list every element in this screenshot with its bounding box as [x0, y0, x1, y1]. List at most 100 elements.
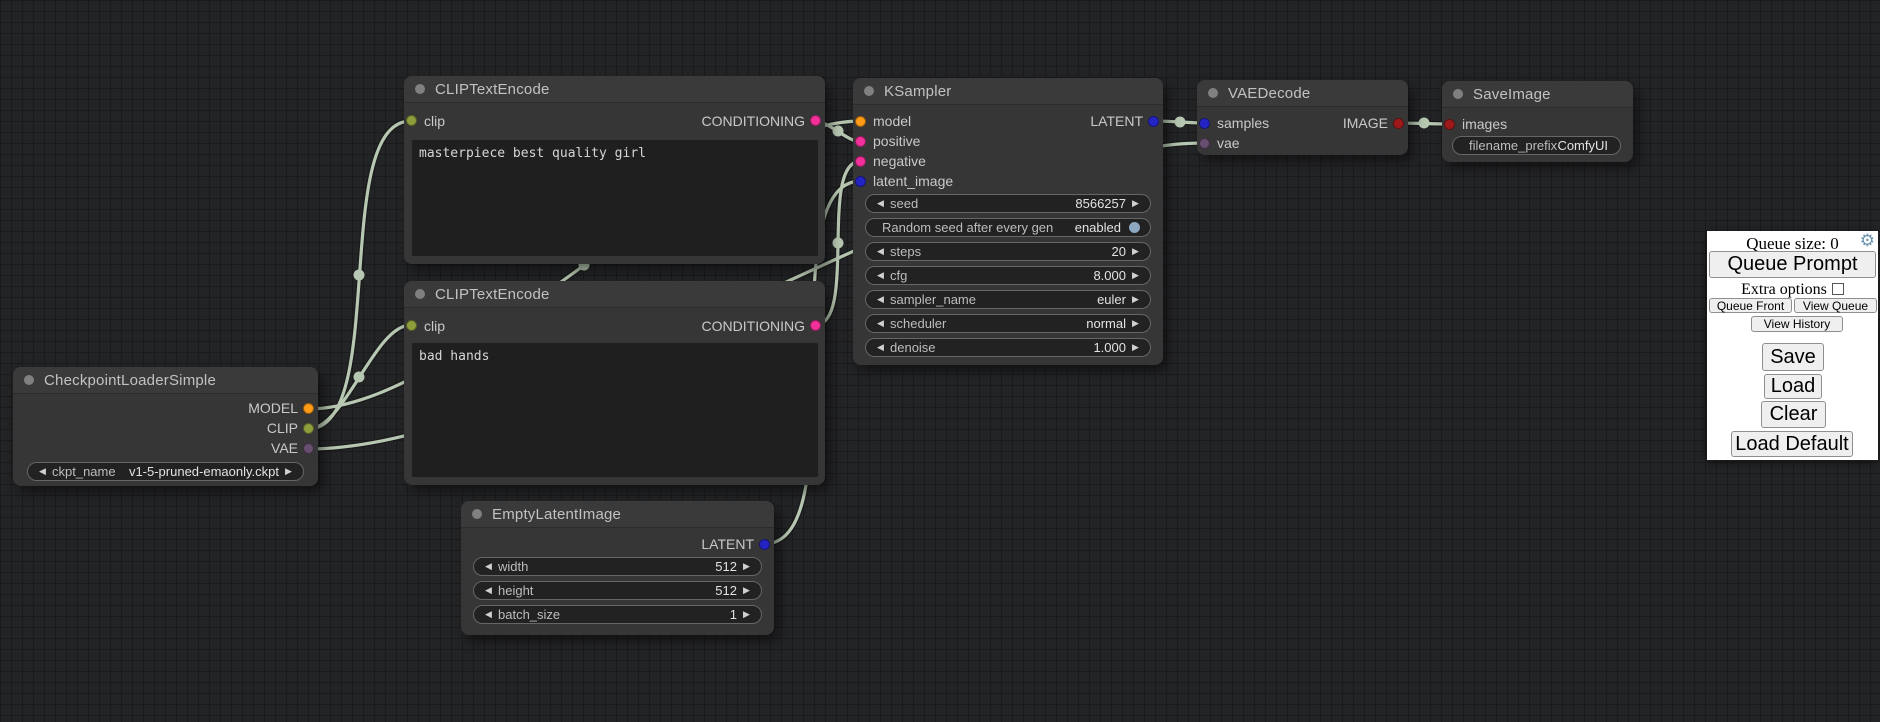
stepper-left-icon[interactable]: ◀: [873, 243, 888, 260]
stepper-right-icon[interactable]: ▶: [739, 558, 754, 575]
node-title-bar[interactable]: CheckpointLoaderSimple: [13, 367, 318, 394]
node-title-bar[interactable]: SaveImage: [1442, 81, 1633, 108]
stepper-right-icon[interactable]: ▶: [1128, 315, 1143, 332]
stepper-left-icon[interactable]: ◀: [873, 339, 888, 356]
widget-label: scheduler: [888, 316, 946, 331]
node-status-dot-icon: [1453, 89, 1463, 99]
save-button[interactable]: Save: [1762, 343, 1824, 371]
node-status-dot-icon: [415, 84, 425, 94]
widget-label: ckpt_name: [50, 464, 116, 479]
height-widget[interactable]: ◀ height 512 ▶: [473, 581, 762, 600]
stepper-right-icon[interactable]: ▶: [1128, 243, 1143, 260]
output-label-latent: LATENT: [701, 536, 774, 552]
input-label-latent-image: latent_image: [853, 173, 953, 189]
stepper-right-icon[interactable]: ▶: [281, 463, 296, 480]
stepper-right-icon[interactable]: ▶: [1128, 195, 1143, 212]
node-title-bar[interactable]: VAEDecode: [1197, 80, 1408, 107]
node-empty-latent-image[interactable]: EmptyLatentImage LATENT ◀ width 512 ▶ ◀ …: [461, 501, 774, 635]
output-label-latent: LATENT: [1090, 113, 1163, 129]
stepper-left-icon[interactable]: ◀: [873, 315, 888, 332]
node-title: VAEDecode: [1228, 85, 1310, 102]
node-title-bar[interactable]: EmptyLatentImage: [461, 501, 774, 528]
stepper-left-icon[interactable]: ◀: [35, 463, 50, 480]
node-vae-decode[interactable]: VAEDecode samples IMAGE vae: [1197, 80, 1408, 155]
extra-options-row: Extra options: [1707, 281, 1878, 299]
node-title: SaveImage: [1473, 86, 1551, 103]
output-label-conditioning: CONDITIONING: [702, 113, 825, 129]
node-clip-text-encode-negative[interactable]: CLIPTextEncode clip CONDITIONING bad han…: [404, 281, 825, 485]
stepper-left-icon[interactable]: ◀: [873, 267, 888, 284]
node-save-image[interactable]: SaveImage images filename_prefix ComfyUI: [1442, 81, 1633, 162]
stepper-left-icon[interactable]: ◀: [481, 582, 496, 599]
seed-widget[interactable]: ◀ seed 8566257 ▶: [865, 194, 1151, 213]
load-default-button[interactable]: Load Default: [1731, 431, 1853, 457]
random-seed-toggle-widget[interactable]: Random seed after every gen enabled: [865, 218, 1151, 237]
queue-prompt-button[interactable]: Queue Prompt: [1709, 251, 1876, 278]
widget-value: 512: [715, 583, 739, 598]
stepper-left-icon[interactable]: ◀: [481, 558, 496, 575]
widget-value: ComfyUI: [1557, 138, 1610, 153]
load-button[interactable]: Load: [1764, 374, 1822, 399]
output-label-model: MODEL: [248, 400, 318, 416]
widget-label: seed: [888, 196, 918, 211]
extra-options-checkbox[interactable]: [1832, 283, 1844, 295]
node-title-bar[interactable]: CLIPTextEncode: [404, 281, 825, 308]
stepper-right-icon[interactable]: ▶: [1128, 291, 1143, 308]
ckpt-name-widget[interactable]: ◀ ckpt_name v1-5-pruned-emaonly.ckpt ▶: [27, 462, 304, 481]
view-history-button[interactable]: View History: [1751, 316, 1843, 332]
widget-label: filename_prefix: [1467, 138, 1557, 153]
node-title-bar[interactable]: CLIPTextEncode: [404, 76, 825, 103]
stepper-left-icon[interactable]: ◀: [873, 291, 888, 308]
widget-label: batch_size: [496, 607, 560, 622]
node-title: CheckpointLoaderSimple: [44, 372, 216, 389]
node-title: CLIPTextEncode: [435, 286, 550, 303]
node-status-dot-icon: [1208, 88, 1218, 98]
output-label-vae: VAE: [271, 440, 318, 456]
node-checkpoint-loader-simple[interactable]: CheckpointLoaderSimple MODEL CLIP VAE ◀ …: [13, 367, 318, 486]
toggle-knob-icon[interactable]: [1129, 222, 1140, 233]
cfg-widget[interactable]: ◀ cfg 8.000 ▶: [865, 266, 1151, 285]
widget-value: 512: [715, 559, 739, 574]
input-label-clip: clip: [404, 113, 445, 129]
stepper-right-icon[interactable]: ▶: [1128, 267, 1143, 284]
settings-gear-icon[interactable]: ⚙: [1860, 231, 1875, 251]
node-ksampler[interactable]: KSampler model LATENT positive negative …: [853, 78, 1163, 365]
input-label-images: images: [1442, 116, 1507, 132]
node-status-dot-icon: [24, 375, 34, 385]
scheduler-widget[interactable]: ◀ scheduler normal ▶: [865, 314, 1151, 333]
input-label-negative: negative: [853, 153, 926, 169]
input-label-clip: clip: [404, 318, 445, 334]
widget-label: Random seed after every gen: [880, 220, 1053, 235]
stepper-right-icon[interactable]: ▶: [739, 606, 754, 623]
width-widget[interactable]: ◀ width 512 ▶: [473, 557, 762, 576]
stepper-right-icon[interactable]: ▶: [739, 582, 754, 599]
batch-size-widget[interactable]: ◀ batch_size 1 ▶: [473, 605, 762, 624]
clear-button[interactable]: Clear: [1761, 401, 1826, 428]
widget-label: height: [496, 583, 533, 598]
node-status-dot-icon: [472, 509, 482, 519]
denoise-widget[interactable]: ◀ denoise 1.000 ▶: [865, 338, 1151, 357]
stepper-right-icon[interactable]: ▶: [1128, 339, 1143, 356]
output-label-image: IMAGE: [1343, 115, 1408, 131]
view-queue-button[interactable]: View Queue: [1794, 298, 1877, 313]
prompt-text-input[interactable]: masterpiece best quality girl: [412, 140, 818, 256]
stepper-left-icon[interactable]: ◀: [481, 606, 496, 623]
widget-value: normal: [1086, 316, 1128, 331]
queue-front-button[interactable]: Queue Front: [1709, 298, 1792, 313]
prompt-text-input[interactable]: bad hands: [412, 343, 818, 477]
widget-value: 8.000: [1093, 268, 1128, 283]
widget-value: enabled: [1075, 220, 1123, 235]
node-title-bar[interactable]: KSampler: [853, 78, 1163, 105]
stepper-left-icon[interactable]: ◀: [873, 195, 888, 212]
input-label-samples: samples: [1197, 115, 1269, 131]
filename-prefix-widget[interactable]: filename_prefix ComfyUI: [1452, 136, 1621, 155]
output-label-clip: CLIP: [267, 420, 318, 436]
node-graph-canvas[interactable]: CheckpointLoaderSimple MODEL CLIP VAE ◀ …: [0, 0, 1880, 722]
steps-widget[interactable]: ◀ steps 20 ▶: [865, 242, 1151, 261]
node-clip-text-encode-positive[interactable]: CLIPTextEncode clip CONDITIONING masterp…: [404, 76, 825, 264]
sampler-name-widget[interactable]: ◀ sampler_name euler ▶: [865, 290, 1151, 309]
widget-value: 20: [1112, 244, 1128, 259]
widget-label: width: [496, 559, 528, 574]
output-label-conditioning: CONDITIONING: [702, 318, 825, 334]
widget-label: steps: [888, 244, 921, 259]
